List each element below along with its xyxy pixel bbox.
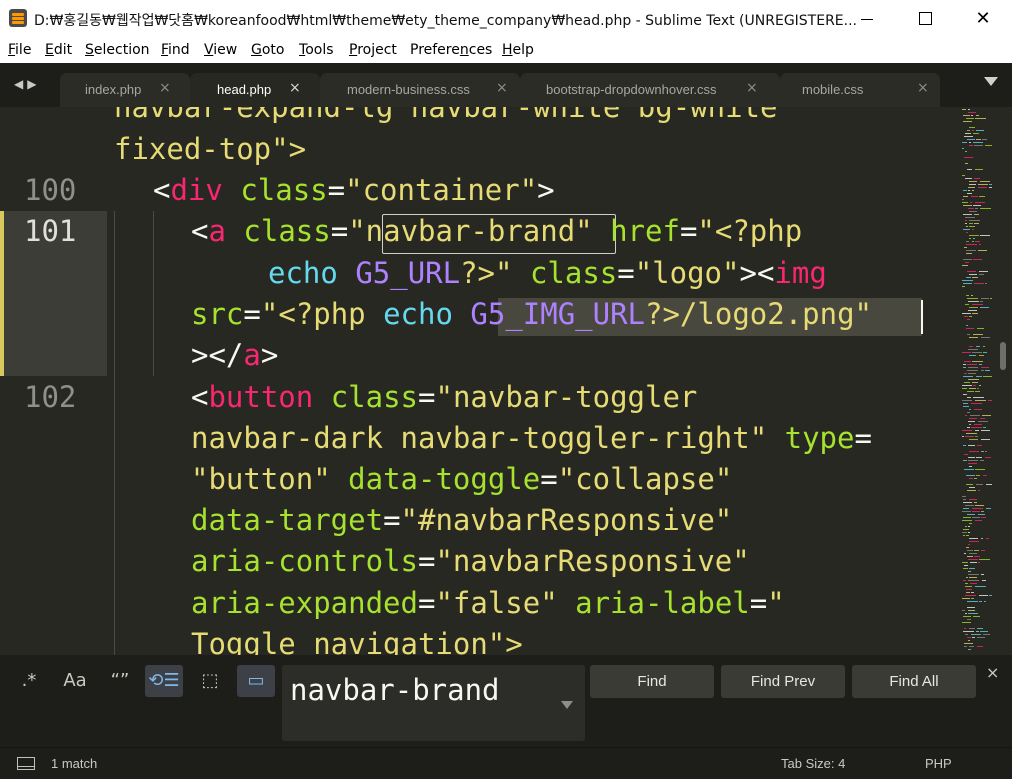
- find-input[interactable]: navbar-brand: [282, 665, 585, 741]
- code-line: src="<?php echo G5_IMG_URL?>/logo2.png": [191, 297, 872, 331]
- minimize-button[interactable]: [838, 0, 896, 38]
- tab-bootstrap-dropdownhover-css[interactable]: bootstrap-dropdownhover.css ×: [520, 73, 780, 107]
- menu-project[interactable]: Project: [349, 42, 397, 58]
- highlight-matches-toggle-button[interactable]: ▭: [237, 665, 275, 697]
- find-input-value: navbar-brand: [290, 673, 500, 707]
- find-history-dropdown-icon[interactable]: [561, 701, 573, 709]
- tab-list-dropdown-icon[interactable]: [984, 77, 998, 86]
- status-bar: 1 match Tab Size: 4 PHP: [0, 747, 1012, 779]
- menu-selection[interactable]: Selection: [85, 42, 150, 58]
- code-editor[interactable]: 100 101 102 navbar-expand-lg navbar-whit…: [0, 107, 1012, 655]
- menu-file[interactable]: File: [8, 42, 31, 58]
- tab-navigation-arrows[interactable]: ◀▶: [14, 77, 40, 91]
- close-find-panel-icon[interactable]: ×: [986, 663, 999, 682]
- tab-modern-business-css[interactable]: modern-business.css ×: [320, 73, 520, 107]
- panel-toggle-icon[interactable]: [17, 757, 35, 770]
- code-line: echo G5_URL?>" class="logo"><img: [268, 256, 827, 290]
- menu-goto[interactable]: Goto: [251, 42, 284, 58]
- find-all-button[interactable]: Find All: [852, 665, 976, 698]
- menu-find[interactable]: Find: [161, 42, 190, 58]
- line-number-current: 101: [24, 214, 77, 248]
- wrap-toggle-button[interactable]: ⟲☰: [145, 665, 183, 697]
- code-line: data-target="#navbarResponsive": [191, 503, 733, 537]
- code-line: <button class="navbar-toggler: [191, 380, 698, 414]
- tab-close-icon[interactable]: ×: [917, 80, 929, 96]
- tab-label: index.php: [85, 82, 142, 97]
- find-panel: .* Aa “” ⟲☰ ⬚ ▭ navbar-brand Find Find P…: [0, 655, 1012, 747]
- find-prev-button[interactable]: Find Prev: [721, 665, 845, 698]
- tab-close-icon[interactable]: ×: [289, 80, 301, 96]
- menu-view[interactable]: View: [204, 42, 237, 58]
- tab-label: mobile.css: [802, 82, 864, 97]
- menu-bar: File Edit Selection Find View Goto Tools…: [0, 38, 1012, 63]
- indent-guide: [114, 211, 115, 655]
- line-number: 100: [24, 173, 77, 207]
- code-line: fixed-top">: [114, 132, 307, 166]
- text-cursor: [921, 300, 923, 334]
- window-title: D:₩홍길동₩웹작업₩닷홈₩koreanfood₩html₩theme₩ety_…: [34, 13, 858, 29]
- code-line: "button" data-toggle="collapse": [191, 462, 733, 496]
- code-line: ></a>: [191, 338, 279, 372]
- vertical-scrollbar[interactable]: [996, 107, 1010, 655]
- tab-index-php[interactable]: index.php ×: [60, 73, 190, 107]
- code-line: navbar-dark navbar-toggler-right" type=: [191, 421, 872, 455]
- scrollbar-thumb[interactable]: [1000, 342, 1006, 370]
- whole-word-toggle-button[interactable]: “”: [101, 665, 139, 697]
- close-window-button[interactable]: ✕: [954, 0, 1012, 38]
- code-line: navbar-expand-lg navbar-white bg-white: [114, 107, 778, 124]
- tab-bar: ◀▶ index.php × head.php × modern-busines…: [0, 63, 1012, 107]
- title-bar: D:₩홍길동₩웹작업₩닷홈₩koreanfood₩html₩theme₩ety_…: [0, 0, 1012, 38]
- tab-label: head.php: [217, 82, 272, 97]
- tab-mobile-css[interactable]: mobile.css ×: [780, 73, 940, 107]
- regex-toggle-button[interactable]: .*: [10, 665, 48, 697]
- tab-size-indicator[interactable]: Tab Size: 4: [781, 756, 845, 771]
- menu-help[interactable]: Help: [502, 42, 534, 58]
- minimap[interactable]: [962, 107, 994, 655]
- code-line: <a class="navbar-brand" href="<?php: [191, 214, 803, 248]
- line-number: 102: [24, 380, 77, 414]
- indent-guide: [153, 211, 154, 376]
- code-line: <div class="container">: [153, 173, 555, 207]
- in-selection-toggle-button[interactable]: ⬚: [191, 665, 229, 697]
- menu-edit[interactable]: Edit: [45, 42, 72, 58]
- tab-close-icon[interactable]: ×: [159, 80, 171, 96]
- code-line: aria-expanded="false" aria-label=": [191, 586, 785, 620]
- tab-label: modern-business.css: [347, 82, 470, 97]
- case-sensitive-toggle-button[interactable]: Aa: [56, 665, 94, 697]
- code-line: Toggle navigation">: [191, 627, 523, 655]
- find-button[interactable]: Find: [590, 665, 714, 698]
- tab-head-php[interactable]: head.php ×: [190, 73, 320, 107]
- menu-tools[interactable]: Tools: [299, 42, 334, 58]
- modified-line-marker: [0, 211, 4, 376]
- tab-close-icon[interactable]: ×: [496, 80, 508, 96]
- match-count: 1 match: [51, 756, 98, 771]
- syntax-indicator[interactable]: PHP: [925, 756, 952, 771]
- sublime-text-app-icon: [9, 9, 27, 27]
- code-line: aria-controls="navbarResponsive": [191, 544, 750, 578]
- menu-preferences[interactable]: Preferences: [410, 42, 492, 58]
- maximize-button[interactable]: [896, 0, 954, 38]
- tab-close-icon[interactable]: ×: [746, 80, 758, 96]
- tab-label: bootstrap-dropdownhover.css: [546, 82, 717, 97]
